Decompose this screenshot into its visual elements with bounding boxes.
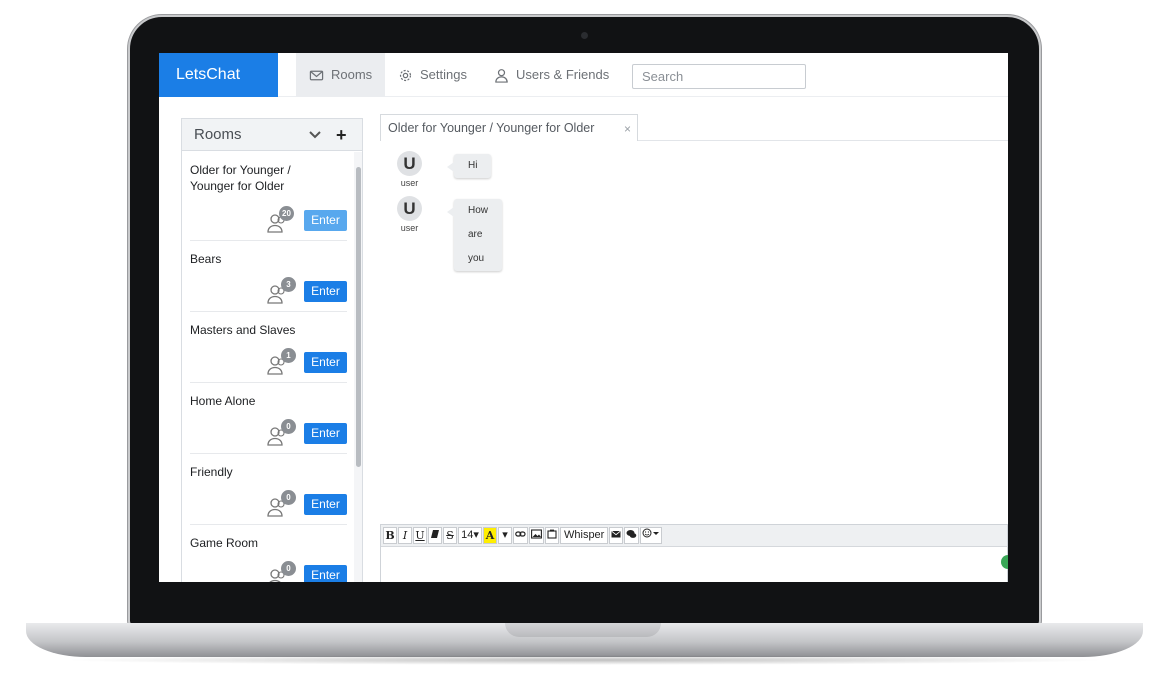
underline-button[interactable]: U (413, 527, 427, 544)
user-count-badge: 0 (281, 490, 296, 505)
room-name: Home Alone (190, 394, 256, 408)
room-item: Bears 3 Enter (190, 241, 347, 312)
room-item: Older for Younger / Younger for Older 20… (190, 152, 347, 241)
brand-logo[interactable]: LetsChat (159, 53, 278, 97)
gear-icon (399, 69, 412, 81)
room-item: Masters and Slaves 1 Enter (190, 312, 347, 383)
room-item: Friendly 0 Enter (190, 454, 347, 525)
avatar[interactable]: U (397, 151, 422, 176)
user-count-badge: 0 (281, 561, 296, 576)
nav-rooms[interactable]: Rooms (296, 53, 385, 97)
webcam (581, 32, 588, 39)
italic-button[interactable]: I (398, 527, 412, 544)
room-name: Friendly (190, 465, 233, 479)
enter-room-button[interactable]: Enter (304, 565, 347, 582)
whisper-button[interactable]: Whisper (560, 527, 609, 544)
font-size-select[interactable]: 14▾ (458, 527, 482, 544)
image-icon[interactable] (529, 527, 544, 544)
chat-bubbles-icon[interactable] (624, 527, 640, 544)
chat-room-tab-title: Older for Younger / Younger for Older (388, 121, 595, 135)
message-bubble: How are you (446, 199, 503, 271)
nav-rooms-label: Rooms (331, 67, 373, 82)
bold-button[interactable]: B (383, 527, 397, 544)
message-input[interactable] (381, 547, 1007, 582)
rooms-panel: Rooms + Older for Younger / Younger for … (181, 118, 363, 582)
laptop-shadow (60, 655, 1110, 665)
room-name: Game Room (190, 536, 259, 550)
room-item: Home Alone 0 Enter (190, 383, 347, 454)
chevron-down-icon[interactable] (308, 128, 322, 142)
room-name: Bears (190, 252, 222, 266)
user-count-badge: 1 (281, 348, 296, 363)
envelope-icon (309, 70, 324, 80)
rooms-list: Older for Younger / Younger for Older 20… (182, 152, 354, 582)
enter-room-button[interactable]: Enter (304, 494, 347, 515)
nav-users-label: Users & Friends (516, 67, 610, 82)
app-screen: LetsChat Rooms Settings Users & Friends … (159, 53, 1008, 582)
enter-room-button[interactable]: Enter (304, 352, 347, 373)
message-editor: B I U S 14▾ A ▾ Whisper (380, 524, 1008, 582)
message-username: user (400, 223, 419, 233)
room-name: Older for Younger / Younger for Older (190, 163, 291, 193)
close-icon[interactable]: × (624, 122, 631, 136)
envelope-icon[interactable] (609, 527, 624, 544)
chat-room-tab[interactable]: Older for Younger / Younger for Older × (380, 114, 638, 141)
eraser-icon[interactable] (428, 527, 442, 544)
user-count-badge: 20 (279, 206, 294, 221)
user-icon (495, 68, 508, 83)
laptop-notch (505, 623, 661, 637)
rooms-panel-title: Rooms (194, 126, 242, 143)
user-count-badge: 3 (281, 277, 296, 292)
enter-room-button[interactable]: Enter (304, 281, 347, 302)
rooms-scrollbar-thumb[interactable] (356, 167, 361, 467)
user-count-badge: 0 (281, 419, 296, 434)
message-username: user (400, 178, 419, 188)
rooms-panel-header: Rooms + (182, 119, 362, 151)
tab-divider (638, 140, 1008, 141)
highlight-dropdown-button[interactable]: ▾ (498, 527, 512, 544)
nav-users-friends[interactable]: Users & Friends (494, 53, 609, 97)
room-name: Masters and Slaves (190, 323, 296, 337)
avatar[interactable]: U (397, 196, 422, 221)
nav-settings[interactable]: Settings (398, 53, 467, 97)
search-input[interactable] (632, 64, 806, 89)
enter-room-button[interactable]: Enter (304, 423, 347, 444)
top-navbar: LetsChat Rooms Settings Users & Friends (159, 53, 1008, 97)
video-icon[interactable] (545, 527, 559, 544)
smiley-icon[interactable] (640, 527, 663, 544)
add-room-button[interactable]: + (336, 126, 347, 144)
enter-room-button[interactable]: Enter (304, 210, 347, 231)
message-bubble: Hi (446, 154, 492, 178)
link-icon[interactable] (513, 527, 528, 544)
room-item: Game Room 0 Enter (190, 525, 347, 582)
highlight-color-button[interactable]: A (483, 527, 497, 544)
status-indicator (1001, 555, 1008, 569)
strikethrough-button[interactable]: S (443, 527, 457, 544)
nav-settings-label: Settings (420, 67, 467, 82)
editor-toolbar: B I U S 14▾ A ▾ Whisper (381, 525, 1007, 547)
